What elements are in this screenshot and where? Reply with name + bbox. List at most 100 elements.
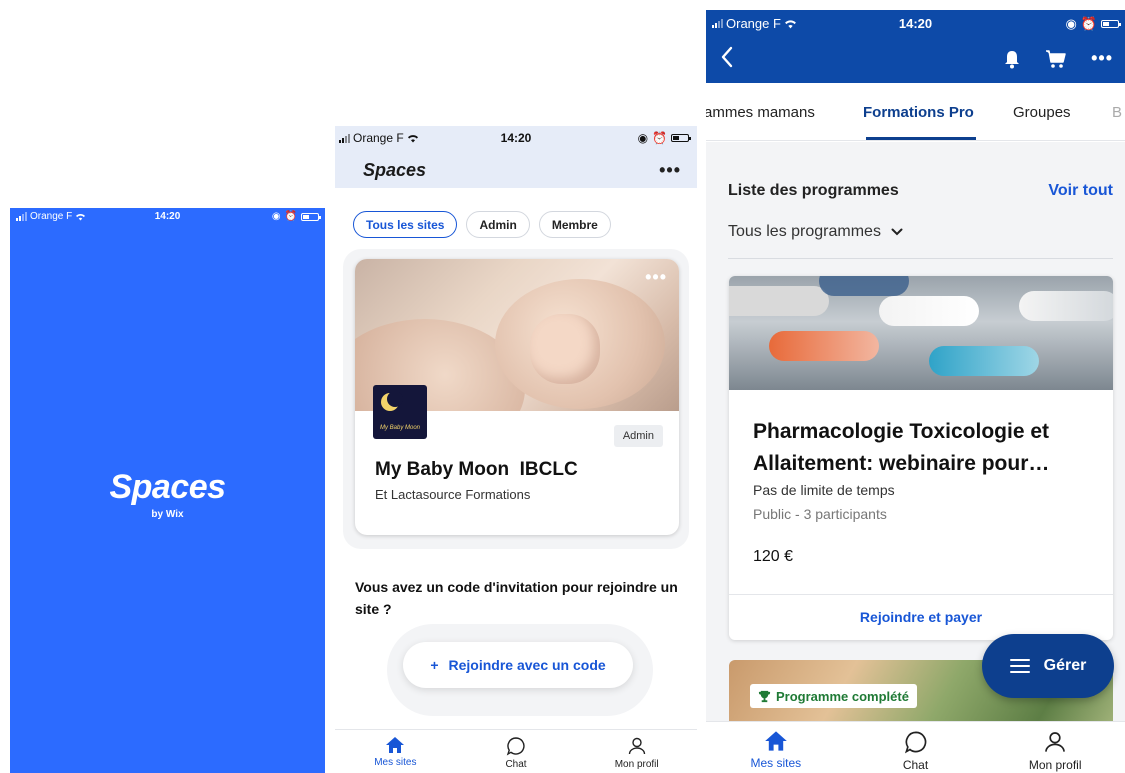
- back-chevron-icon[interactable]: [720, 46, 734, 68]
- battery-icon: [1101, 20, 1121, 28]
- carrier-name: Orange F: [353, 131, 404, 145]
- filter-admin[interactable]: Admin: [466, 211, 530, 238]
- tab-label: Chat: [505, 759, 527, 770]
- spaces-logo: Spaces: [109, 468, 226, 506]
- section-title: Liste des programmes: [728, 182, 899, 199]
- site-card[interactable]: ••• My Baby Moon Admin My Baby Moon IBCL…: [355, 259, 679, 535]
- site-logo: My Baby Moon: [373, 385, 427, 439]
- tab-formations-pro[interactable]: Formations Pro: [863, 104, 974, 121]
- tab-groupes[interactable]: Groupes: [1013, 104, 1071, 121]
- site-name: My Baby Moon IBCLC: [375, 459, 578, 480]
- completed-badge: Programme complété: [750, 684, 917, 708]
- completed-badge-label: Programme complété: [776, 688, 909, 704]
- chat-icon: [506, 737, 525, 756]
- programmes-screen: Orange F 14:20 ◉ ⏰ ••• ammes mamans Form…: [706, 10, 1125, 773]
- bottom-tab-bar: Mes sites Chat Mon profil: [335, 729, 697, 773]
- see-all-link[interactable]: Voir tout: [1048, 182, 1113, 200]
- join-with-code-button[interactable]: + Rejoindre avec un code: [403, 642, 633, 688]
- profile-icon: [628, 737, 645, 755]
- role-badge: Admin: [613, 425, 663, 447]
- tab-profile[interactable]: Mon profil: [576, 730, 697, 773]
- carrier: Orange F: [712, 16, 797, 31]
- divider: [728, 258, 1113, 259]
- chat-icon: [904, 731, 926, 754]
- programme-filter-select[interactable]: Tous les programmes: [728, 223, 903, 241]
- carrier-name: Orange F: [726, 16, 781, 31]
- splash-brand: Spaces by Wix: [10, 468, 325, 520]
- menu-icon: [1009, 659, 1030, 673]
- tab-chat[interactable]: Chat: [846, 722, 986, 773]
- programme-price: 120 €: [753, 548, 794, 565]
- profile-icon: [1045, 732, 1066, 752]
- alarm-icon: ⏰: [284, 211, 297, 222]
- alarm-icon: ⏰: [652, 131, 667, 145]
- more-options-icon[interactable]: •••: [1091, 48, 1113, 69]
- cart-icon[interactable]: [1045, 49, 1067, 69]
- join-with-code-label: Rejoindre avec un code: [448, 657, 606, 673]
- by-wix-label: by Wix: [151, 509, 184, 520]
- splash-screen: Orange F 14:20 ◉ ⏰ Spaces by Wix: [10, 208, 325, 773]
- battery-icon: [671, 134, 691, 142]
- wifi-icon: [76, 213, 86, 221]
- tab-label: Mes sites: [750, 756, 802, 770]
- wifi-icon: [785, 19, 796, 28]
- programme-meta: Public - 3 participants: [753, 506, 887, 522]
- site-header: Orange F 14:20 ◉ ⏰ •••: [706, 10, 1125, 83]
- programme-title: Pharmacologie Toxicologie et Allaitement…: [753, 420, 1050, 475]
- carrier: Orange F: [339, 131, 419, 145]
- page-title: Spaces: [363, 160, 427, 180]
- trophy-icon: [758, 690, 771, 702]
- tab-label: Mon profil: [1028, 758, 1082, 772]
- location-icon: ◉: [637, 131, 649, 145]
- home-icon: [765, 731, 787, 751]
- invite-prompt: Vous avez un code d'invitation pour rejo…: [355, 579, 678, 617]
- header-actions: •••: [1003, 48, 1113, 69]
- status-right: ◉ ⏰: [637, 131, 691, 145]
- chevron-down-icon: [891, 228, 903, 236]
- tab-next[interactable]: B: [1112, 104, 1122, 121]
- tab-my-sites[interactable]: Mes sites: [335, 730, 456, 773]
- more-options-icon[interactable]: •••: [659, 160, 681, 181]
- card-more-icon[interactable]: •••: [645, 267, 667, 288]
- tab-profile[interactable]: Mon profil: [985, 722, 1125, 773]
- tab-label: Chat: [902, 758, 929, 772]
- section-tabs: ammes mamans Formations Pro Groupes B: [706, 83, 1125, 141]
- plus-icon: +: [430, 657, 439, 673]
- location-icon: ◉: [1065, 16, 1077, 31]
- home-icon: [386, 737, 405, 753]
- tab-my-sites[interactable]: Mes sites: [706, 722, 846, 773]
- status-bar: Orange F 14:20 ◉ ⏰: [335, 126, 697, 146]
- status-time: 14:20: [500, 131, 532, 145]
- active-tab-indicator: [866, 137, 976, 140]
- programme-duration: Pas de limite de temps: [753, 482, 895, 498]
- tab-chat[interactable]: Chat: [456, 730, 577, 773]
- join-and-pay-button[interactable]: Rejoindre et payer: [729, 609, 1113, 625]
- status-right: ◉ ⏰: [1065, 16, 1121, 32]
- manage-button[interactable]: Gérer: [982, 634, 1114, 698]
- filter-member[interactable]: Membre: [538, 211, 611, 238]
- carrier-name: Orange F: [30, 211, 73, 222]
- bell-icon[interactable]: [1003, 49, 1021, 69]
- battery-icon: [301, 212, 321, 221]
- signal-icon: [712, 19, 723, 28]
- divider: [729, 594, 1113, 595]
- tab-label: Mes sites: [374, 757, 417, 768]
- filter-all-sites[interactable]: Tous les sites: [353, 211, 458, 238]
- programme-card[interactable]: Pharmacologie Toxicologie et Allaitement…: [729, 276, 1113, 640]
- site-filters: Tous les sites Admin Membre: [353, 211, 611, 238]
- moon-icon: [381, 391, 403, 411]
- status-time: 14:20: [154, 211, 181, 222]
- site-subtitle: Et Lactasource Formations: [375, 487, 531, 502]
- tab-label: Mon profil: [614, 759, 659, 770]
- programme-cover-image: [729, 276, 1113, 390]
- tab-mamans[interactable]: ammes mamans: [706, 104, 815, 121]
- status-right: ◉ ⏰: [271, 211, 321, 222]
- location-icon: ◉: [271, 211, 281, 222]
- signal-icon: [16, 212, 27, 221]
- manage-label: Gérer: [1043, 657, 1087, 674]
- alarm-icon: ⏰: [1080, 16, 1097, 31]
- status-time: 14:20: [898, 16, 933, 31]
- spaces-list-screen: Orange F 14:20 ◉ ⏰ Spaces ••• Tous les s…: [335, 126, 697, 773]
- app-header: Orange F 14:20 ◉ ⏰ Spaces •••: [335, 126, 697, 188]
- filter-value: Tous les programmes: [728, 223, 881, 240]
